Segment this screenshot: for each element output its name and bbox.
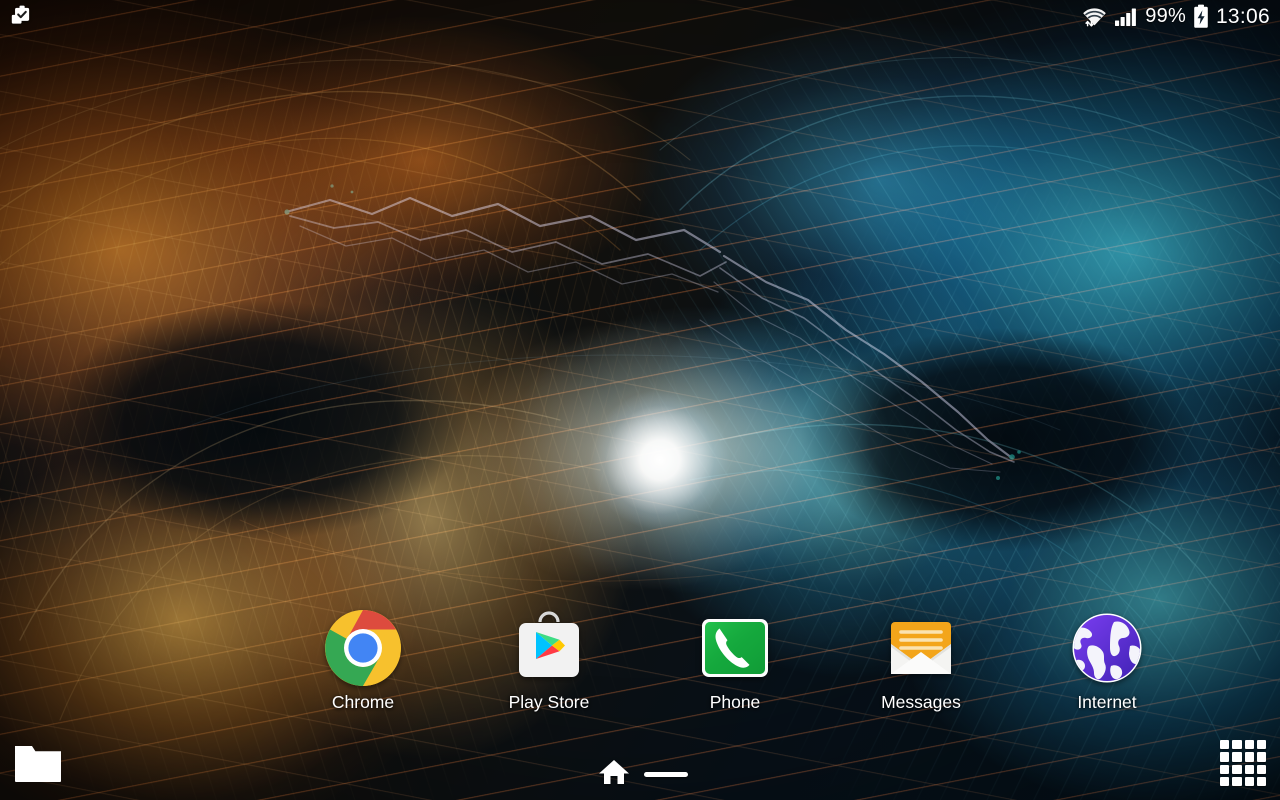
drawer-cell: [1256, 764, 1266, 774]
app-label-phone: Phone: [709, 692, 761, 712]
app-icon-phone[interactable]: Phone: [642, 608, 828, 712]
home-screen-app-row: Chrome Play Store Phone Messages Interne…: [0, 608, 1280, 728]
drawer-cell: [1244, 764, 1254, 774]
app-label-chrome: Chrome: [331, 692, 395, 712]
drawer-cell: [1256, 776, 1266, 786]
chrome-icon[interactable]: [323, 608, 403, 688]
drawer-cell: [1220, 764, 1230, 774]
recents-button[interactable]: [644, 772, 688, 777]
drawer-cell: [1220, 740, 1230, 750]
app-icon-play-store[interactable]: Play Store: [456, 608, 642, 712]
drawer-cell: [1232, 776, 1242, 786]
drawer-cell: [1232, 764, 1242, 774]
wifi-icon[interactable]: [1082, 4, 1107, 28]
drawer-cell: [1220, 776, 1230, 786]
navigation-bar: [0, 744, 1280, 800]
app-drawer-button[interactable]: [1220, 740, 1266, 786]
drawer-cell: [1232, 740, 1242, 750]
home-button[interactable]: [598, 758, 630, 791]
app-icon-internet[interactable]: Internet: [1014, 608, 1200, 712]
battery-percent-label: 99%: [1145, 5, 1186, 27]
status-bar-notifications[interactable]: [8, 3, 34, 29]
drawer-cell: [1256, 740, 1266, 750]
app-label-internet: Internet: [1077, 692, 1137, 712]
status-bar[interactable]: 99% 13:06: [0, 0, 1280, 32]
drawer-cell: [1220, 752, 1230, 762]
clipboard-check-icon: [11, 5, 30, 24]
status-bar-clock: 13:06: [1215, 4, 1270, 28]
app-label-messages: Messages: [881, 692, 961, 712]
android-home-screen: 99% 13:06 Chrome Play Store Phone Messag…: [0, 0, 1280, 800]
cellular-signal-icon[interactable]: [1114, 5, 1138, 27]
drawer-cell: [1244, 776, 1254, 786]
home-icon[interactable]: [598, 758, 630, 786]
phone-icon[interactable]: [695, 608, 775, 688]
app-icon-chrome[interactable]: Chrome: [270, 608, 456, 712]
drawer-cell: [1244, 740, 1254, 750]
drawer-cell: [1256, 752, 1266, 762]
status-bar-system-icons[interactable]: 99% 13:06: [1082, 4, 1270, 29]
messages-icon[interactable]: [881, 608, 961, 688]
play-store-icon[interactable]: [509, 608, 589, 688]
battery-charging-icon[interactable]: [1193, 4, 1209, 29]
app-label-play-store: Play Store: [508, 692, 590, 712]
drawer-cell: [1232, 752, 1242, 762]
drawer-cell: [1244, 752, 1254, 762]
internet-globe-icon[interactable]: [1067, 608, 1147, 688]
app-icon-messages[interactable]: Messages: [828, 608, 1014, 712]
